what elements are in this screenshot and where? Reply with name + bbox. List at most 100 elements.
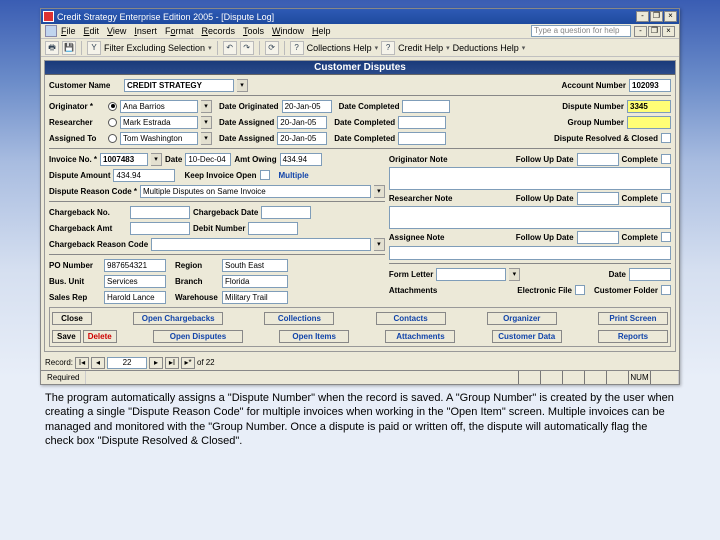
- dispute-amount-field[interactable]: 434.94: [113, 169, 175, 182]
- invoice-date-field[interactable]: 10-Dec-04: [185, 153, 231, 166]
- nav-next-button[interactable]: ▸: [149, 357, 163, 369]
- dispute-reason-field[interactable]: Multiple Disputes on Same Invoice: [140, 185, 371, 198]
- menu-help[interactable]: Help: [312, 26, 331, 36]
- menu-format[interactable]: Format: [165, 26, 194, 36]
- deductions-help-button[interactable]: Deductions Help: [453, 43, 519, 53]
- minimize-button[interactable]: -: [636, 11, 649, 22]
- warehouse-field[interactable]: Military Trail: [222, 291, 288, 304]
- filter-dropdown-icon[interactable]: ▾: [208, 44, 212, 52]
- help-search-input[interactable]: Type a question for help: [531, 25, 631, 37]
- collections-button[interactable]: Collections: [264, 312, 334, 325]
- complete-checkbox-2[interactable]: [661, 193, 671, 203]
- sales-rep-field[interactable]: Harold Lance: [104, 291, 166, 304]
- invoice-no-field[interactable]: 1007483: [100, 153, 148, 166]
- delete-button[interactable]: Delete: [83, 330, 117, 343]
- date-assigned-field-1[interactable]: 20-Jan-05: [277, 116, 327, 129]
- nav-last-button[interactable]: ▸I: [165, 357, 179, 369]
- credit-help-button[interactable]: Credit Help: [398, 43, 443, 53]
- bus-unit-field[interactable]: Services: [104, 275, 166, 288]
- collections-dropdown-icon[interactable]: ▾: [375, 44, 379, 52]
- menu-records[interactable]: Records: [201, 26, 235, 36]
- originator-dropdown-icon[interactable]: ▾: [201, 100, 212, 113]
- form-letter-field[interactable]: [436, 268, 506, 281]
- close-window-button[interactable]: ×: [664, 11, 677, 22]
- chargeback-date-field[interactable]: [261, 206, 311, 219]
- menu-edit[interactable]: Edit: [84, 26, 100, 36]
- dispute-resolved-checkbox[interactable]: [661, 133, 671, 143]
- date-completed-field-2[interactable]: [398, 116, 446, 129]
- open-disputes-button[interactable]: Open Disputes: [153, 330, 243, 343]
- deductions-dropdown-icon[interactable]: ▾: [522, 44, 526, 52]
- print-screen-button[interactable]: Print Screen: [598, 312, 668, 325]
- help-icon[interactable]: ?: [290, 41, 304, 55]
- date-completed-field-1[interactable]: [402, 100, 450, 113]
- customer-data-button[interactable]: Customer Data: [492, 330, 562, 343]
- date-originated-field[interactable]: 20-Jan-05: [282, 100, 332, 113]
- branch-field[interactable]: Florida: [222, 275, 288, 288]
- dispute-number-field[interactable]: 3345: [627, 100, 671, 113]
- menu-view[interactable]: View: [107, 26, 126, 36]
- redo-icon[interactable]: ↷: [240, 41, 254, 55]
- menu-window[interactable]: Window: [272, 26, 304, 36]
- nav-new-button[interactable]: ▸*: [181, 357, 195, 369]
- credit-help-icon[interactable]: ?: [381, 41, 395, 55]
- form-letter-dropdown-icon[interactable]: ▾: [509, 268, 520, 281]
- assigned-to-field[interactable]: Tom Washington: [120, 132, 198, 145]
- amt-owing-field[interactable]: 434.94: [280, 153, 322, 166]
- complete-checkbox-1[interactable]: [661, 154, 671, 164]
- menu-insert[interactable]: Insert: [134, 26, 157, 36]
- assigned-radio[interactable]: [108, 134, 117, 143]
- debit-number-field[interactable]: [248, 222, 298, 235]
- invoice-dropdown-icon[interactable]: ▾: [151, 153, 162, 166]
- chargeback-no-field[interactable]: [130, 206, 190, 219]
- dispute-reason-dropdown-icon[interactable]: ▾: [374, 185, 385, 198]
- researcher-note-textarea[interactable]: [389, 206, 671, 229]
- keep-invoice-open-checkbox[interactable]: [260, 170, 270, 180]
- filter-icon[interactable]: Y: [87, 41, 101, 55]
- account-number-field[interactable]: 102093: [629, 79, 671, 92]
- assignee-note-textarea[interactable]: [389, 246, 671, 260]
- group-number-field[interactable]: [627, 116, 671, 129]
- nav-prev-button[interactable]: ◂: [91, 357, 105, 369]
- customer-name-field[interactable]: CREDIT STRATEGY: [124, 79, 234, 92]
- collections-help-button[interactable]: Collections Help: [307, 43, 372, 53]
- open-items-button[interactable]: Open Items: [279, 330, 349, 343]
- assigned-dropdown-icon[interactable]: ▾: [201, 132, 212, 145]
- originator-field[interactable]: Ana Barrios: [120, 100, 198, 113]
- contacts-button[interactable]: Contacts: [376, 312, 446, 325]
- attachments-button[interactable]: Attachments: [385, 330, 455, 343]
- save-button[interactable]: Save: [52, 330, 81, 343]
- undo-icon[interactable]: ↶: [223, 41, 237, 55]
- date-completed-field-3[interactable]: [398, 132, 446, 145]
- child-minimize-button[interactable]: -: [634, 26, 647, 37]
- date-assigned-field-2[interactable]: 20-Jan-05: [277, 132, 327, 145]
- followup-date-field-2[interactable]: [577, 192, 619, 205]
- originator-note-textarea[interactable]: [389, 167, 671, 190]
- originator-radio[interactable]: [108, 102, 117, 111]
- restore-button[interactable]: ❐: [650, 11, 663, 22]
- nav-first-button[interactable]: I◂: [75, 357, 89, 369]
- child-restore-button[interactable]: ❐: [648, 26, 661, 37]
- researcher-dropdown-icon[interactable]: ▾: [201, 116, 212, 129]
- researcher-field[interactable]: Mark Estrada: [120, 116, 198, 129]
- region-field[interactable]: South East: [222, 259, 288, 272]
- complete-checkbox-3[interactable]: [661, 232, 671, 242]
- followup-date-field-3[interactable]: [577, 231, 619, 244]
- filter-excluding-button[interactable]: Filter Excluding Selection: [104, 43, 205, 53]
- multiple-link[interactable]: Multiple: [279, 171, 309, 180]
- followup-date-field-1[interactable]: [577, 153, 619, 166]
- close-button[interactable]: Close: [52, 312, 92, 325]
- chargeback-amt-field[interactable]: [130, 222, 190, 235]
- electronic-file-checkbox[interactable]: [575, 285, 585, 295]
- menu-file[interactable]: FFileile: [61, 26, 76, 36]
- credit-dropdown-icon[interactable]: ▾: [446, 44, 450, 52]
- customer-dropdown-icon[interactable]: ▾: [237, 79, 248, 92]
- save-icon[interactable]: 💾: [62, 41, 76, 55]
- open-chargebacks-button[interactable]: Open Chargebacks: [133, 312, 223, 325]
- menu-tools[interactable]: Tools: [243, 26, 264, 36]
- child-close-button[interactable]: ×: [662, 26, 675, 37]
- customer-folder-checkbox[interactable]: [661, 285, 671, 295]
- print-icon[interactable]: 🖶: [45, 41, 59, 55]
- chargeback-reason-field[interactable]: [151, 238, 371, 251]
- form-date-field[interactable]: [629, 268, 671, 281]
